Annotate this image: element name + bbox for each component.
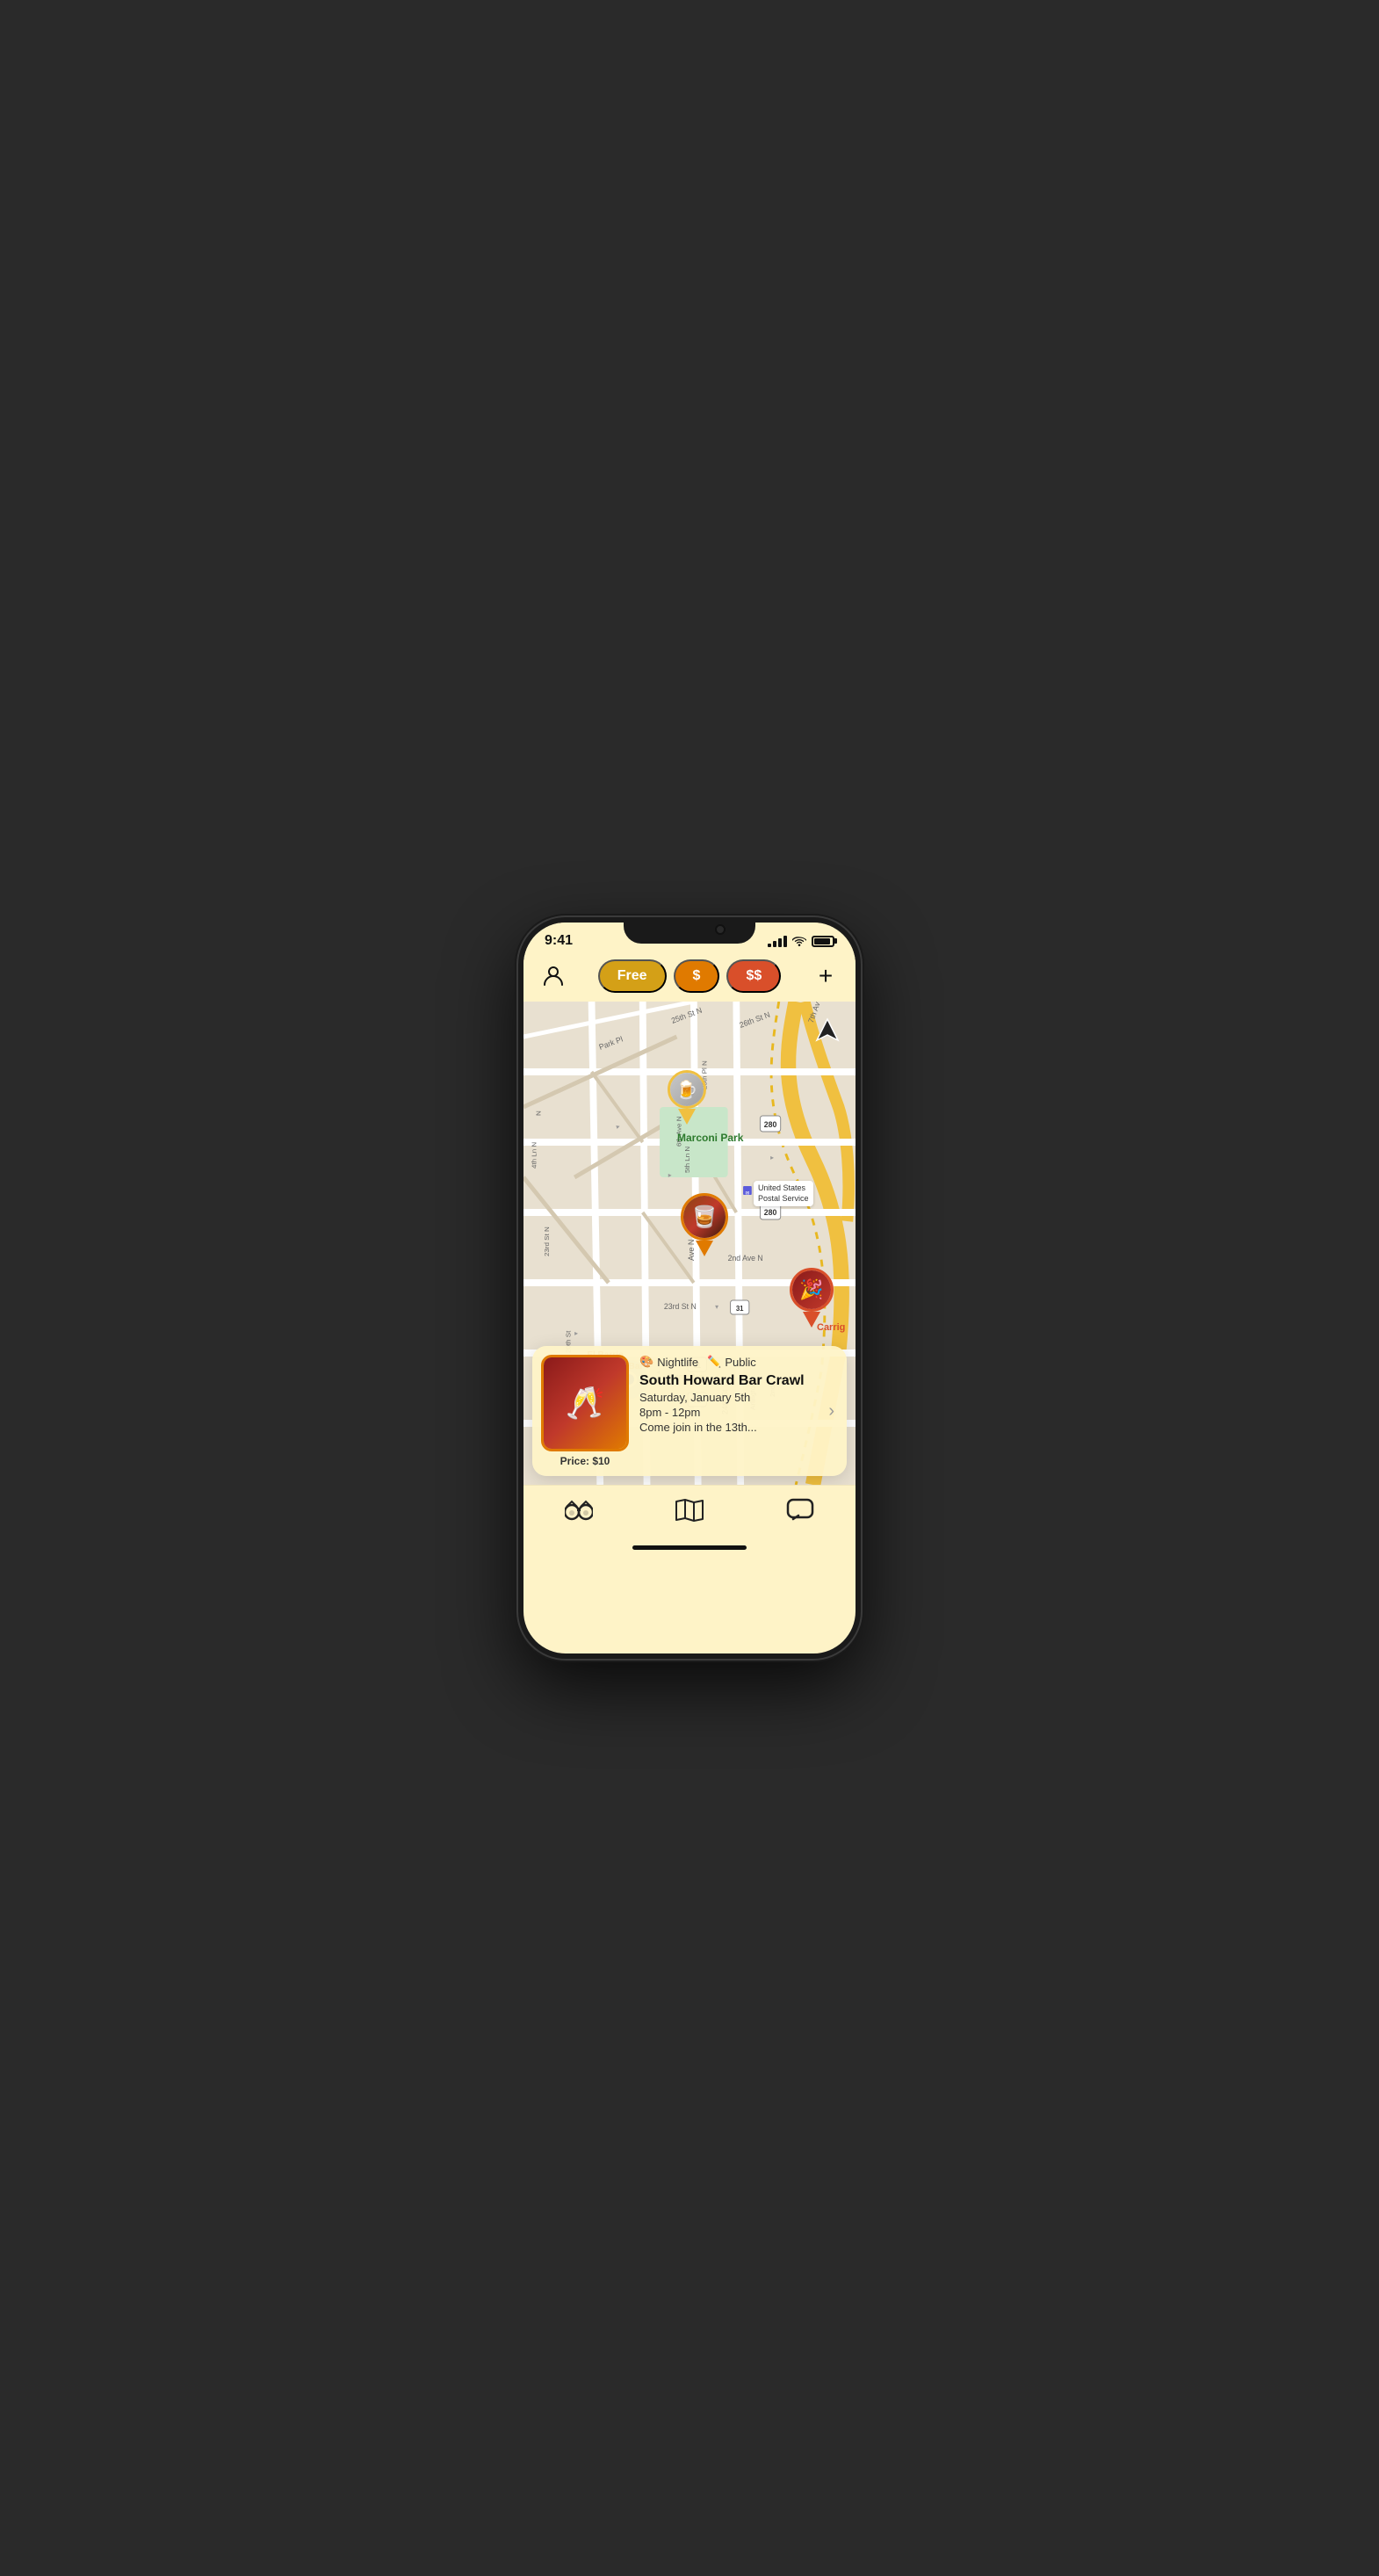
map-nav-item[interactable]	[675, 1496, 704, 1524]
messages-nav-item[interactable]	[786, 1496, 814, 1524]
svg-text:rd Ave N: rd Ave N	[523, 1308, 525, 1335]
map-container[interactable]: ▸ ▸ ▾ ▸ ▸ ▸ 280 280 31 11 78	[523, 1002, 856, 1485]
event-image: 🥂	[541, 1355, 629, 1451]
palette-icon: 🎨	[639, 1355, 653, 1369]
svg-text:5th Ln N: 5th Ln N	[683, 1146, 691, 1173]
svg-text:23rd St N: 23rd St N	[543, 1226, 551, 1256]
map-pin-orange[interactable]: 🥃	[681, 1193, 728, 1256]
map-icon	[675, 1496, 704, 1524]
wifi-icon	[792, 936, 806, 946]
svg-text:2nd St N: 2nd St N	[523, 1247, 525, 1274]
event-time: 8pm - 12pm	[639, 1406, 818, 1419]
camera	[715, 924, 726, 935]
svg-text:▾: ▾	[715, 1303, 718, 1311]
event-title: South Howard Bar Crawl	[639, 1372, 818, 1389]
public-tag: ✏️ Public	[707, 1355, 756, 1369]
card-chevron-right[interactable]: ›	[828, 1355, 838, 1467]
event-tags: 🎨 Nightlife ✏️ Public	[639, 1355, 818, 1369]
map-pin-red[interactable]: 🎉	[790, 1268, 834, 1328]
postal-service-label: United StatesPostal Service	[754, 1181, 813, 1206]
home-indicator	[632, 1545, 747, 1550]
event-card[interactable]: 🥂 Price: $10 🎨 Nightlife ✏️	[532, 1346, 847, 1476]
park-label: Marconi Park	[677, 1132, 743, 1144]
double-dollar-pill[interactable]: $$	[726, 959, 781, 993]
edit-icon: ✏️	[707, 1355, 721, 1369]
phone-screen: 9:41	[523, 923, 856, 1653]
event-info: 🎨 Nightlife ✏️ Public South Howard Bar C…	[639, 1355, 818, 1467]
svg-text:280: 280	[764, 1120, 777, 1129]
profile-button[interactable]	[538, 960, 569, 992]
bottom-navigation	[523, 1485, 856, 1542]
price-filter-pills: Free $ $$	[578, 959, 801, 993]
chat-icon	[786, 1496, 814, 1524]
dollar-pill[interactable]: $	[674, 959, 720, 993]
free-pill[interactable]: Free	[598, 959, 667, 993]
event-date: Saturday, January 5th	[639, 1391, 818, 1404]
svg-text:▸: ▸	[668, 1171, 672, 1179]
svg-text:4th Ln N: 4th Ln N	[531, 1141, 538, 1169]
add-button[interactable]: +	[810, 960, 841, 992]
svg-text:31: 31	[736, 1305, 744, 1313]
navigation-arrow[interactable]	[813, 1016, 841, 1044]
battery-icon	[812, 936, 834, 947]
person-icon	[541, 964, 566, 988]
phone-frame: 9:41	[518, 917, 861, 1659]
status-time: 9:41	[545, 933, 573, 949]
map-background: ▸ ▸ ▾ ▸ ▸ ▸ 280 280 31 11 78	[523, 1002, 856, 1485]
event-price: Price: $10	[560, 1455, 610, 1467]
signal-icon	[768, 936, 787, 947]
svg-text:280: 280	[764, 1208, 777, 1217]
binoculars-icon	[565, 1496, 593, 1524]
notch	[624, 917, 755, 944]
toolbar: Free $ $$ +	[523, 952, 856, 1002]
discover-nav-item[interactable]	[565, 1496, 593, 1524]
svg-text:23rd St N: 23rd St N	[664, 1302, 697, 1311]
map-pin-yellow[interactable]: 🍺	[668, 1070, 706, 1125]
svg-text:2nd Ave N: 2nd Ave N	[728, 1254, 763, 1263]
event-description: Come join in the 13th...	[639, 1421, 818, 1434]
status-icons	[768, 936, 834, 947]
svg-text:▸: ▸	[770, 1154, 774, 1161]
svg-text:▸: ▸	[574, 1329, 578, 1337]
svg-text:N: N	[534, 1111, 542, 1116]
svg-text:✉: ✉	[745, 1191, 749, 1197]
nightlife-tag: 🎨 Nightlife	[639, 1355, 698, 1369]
